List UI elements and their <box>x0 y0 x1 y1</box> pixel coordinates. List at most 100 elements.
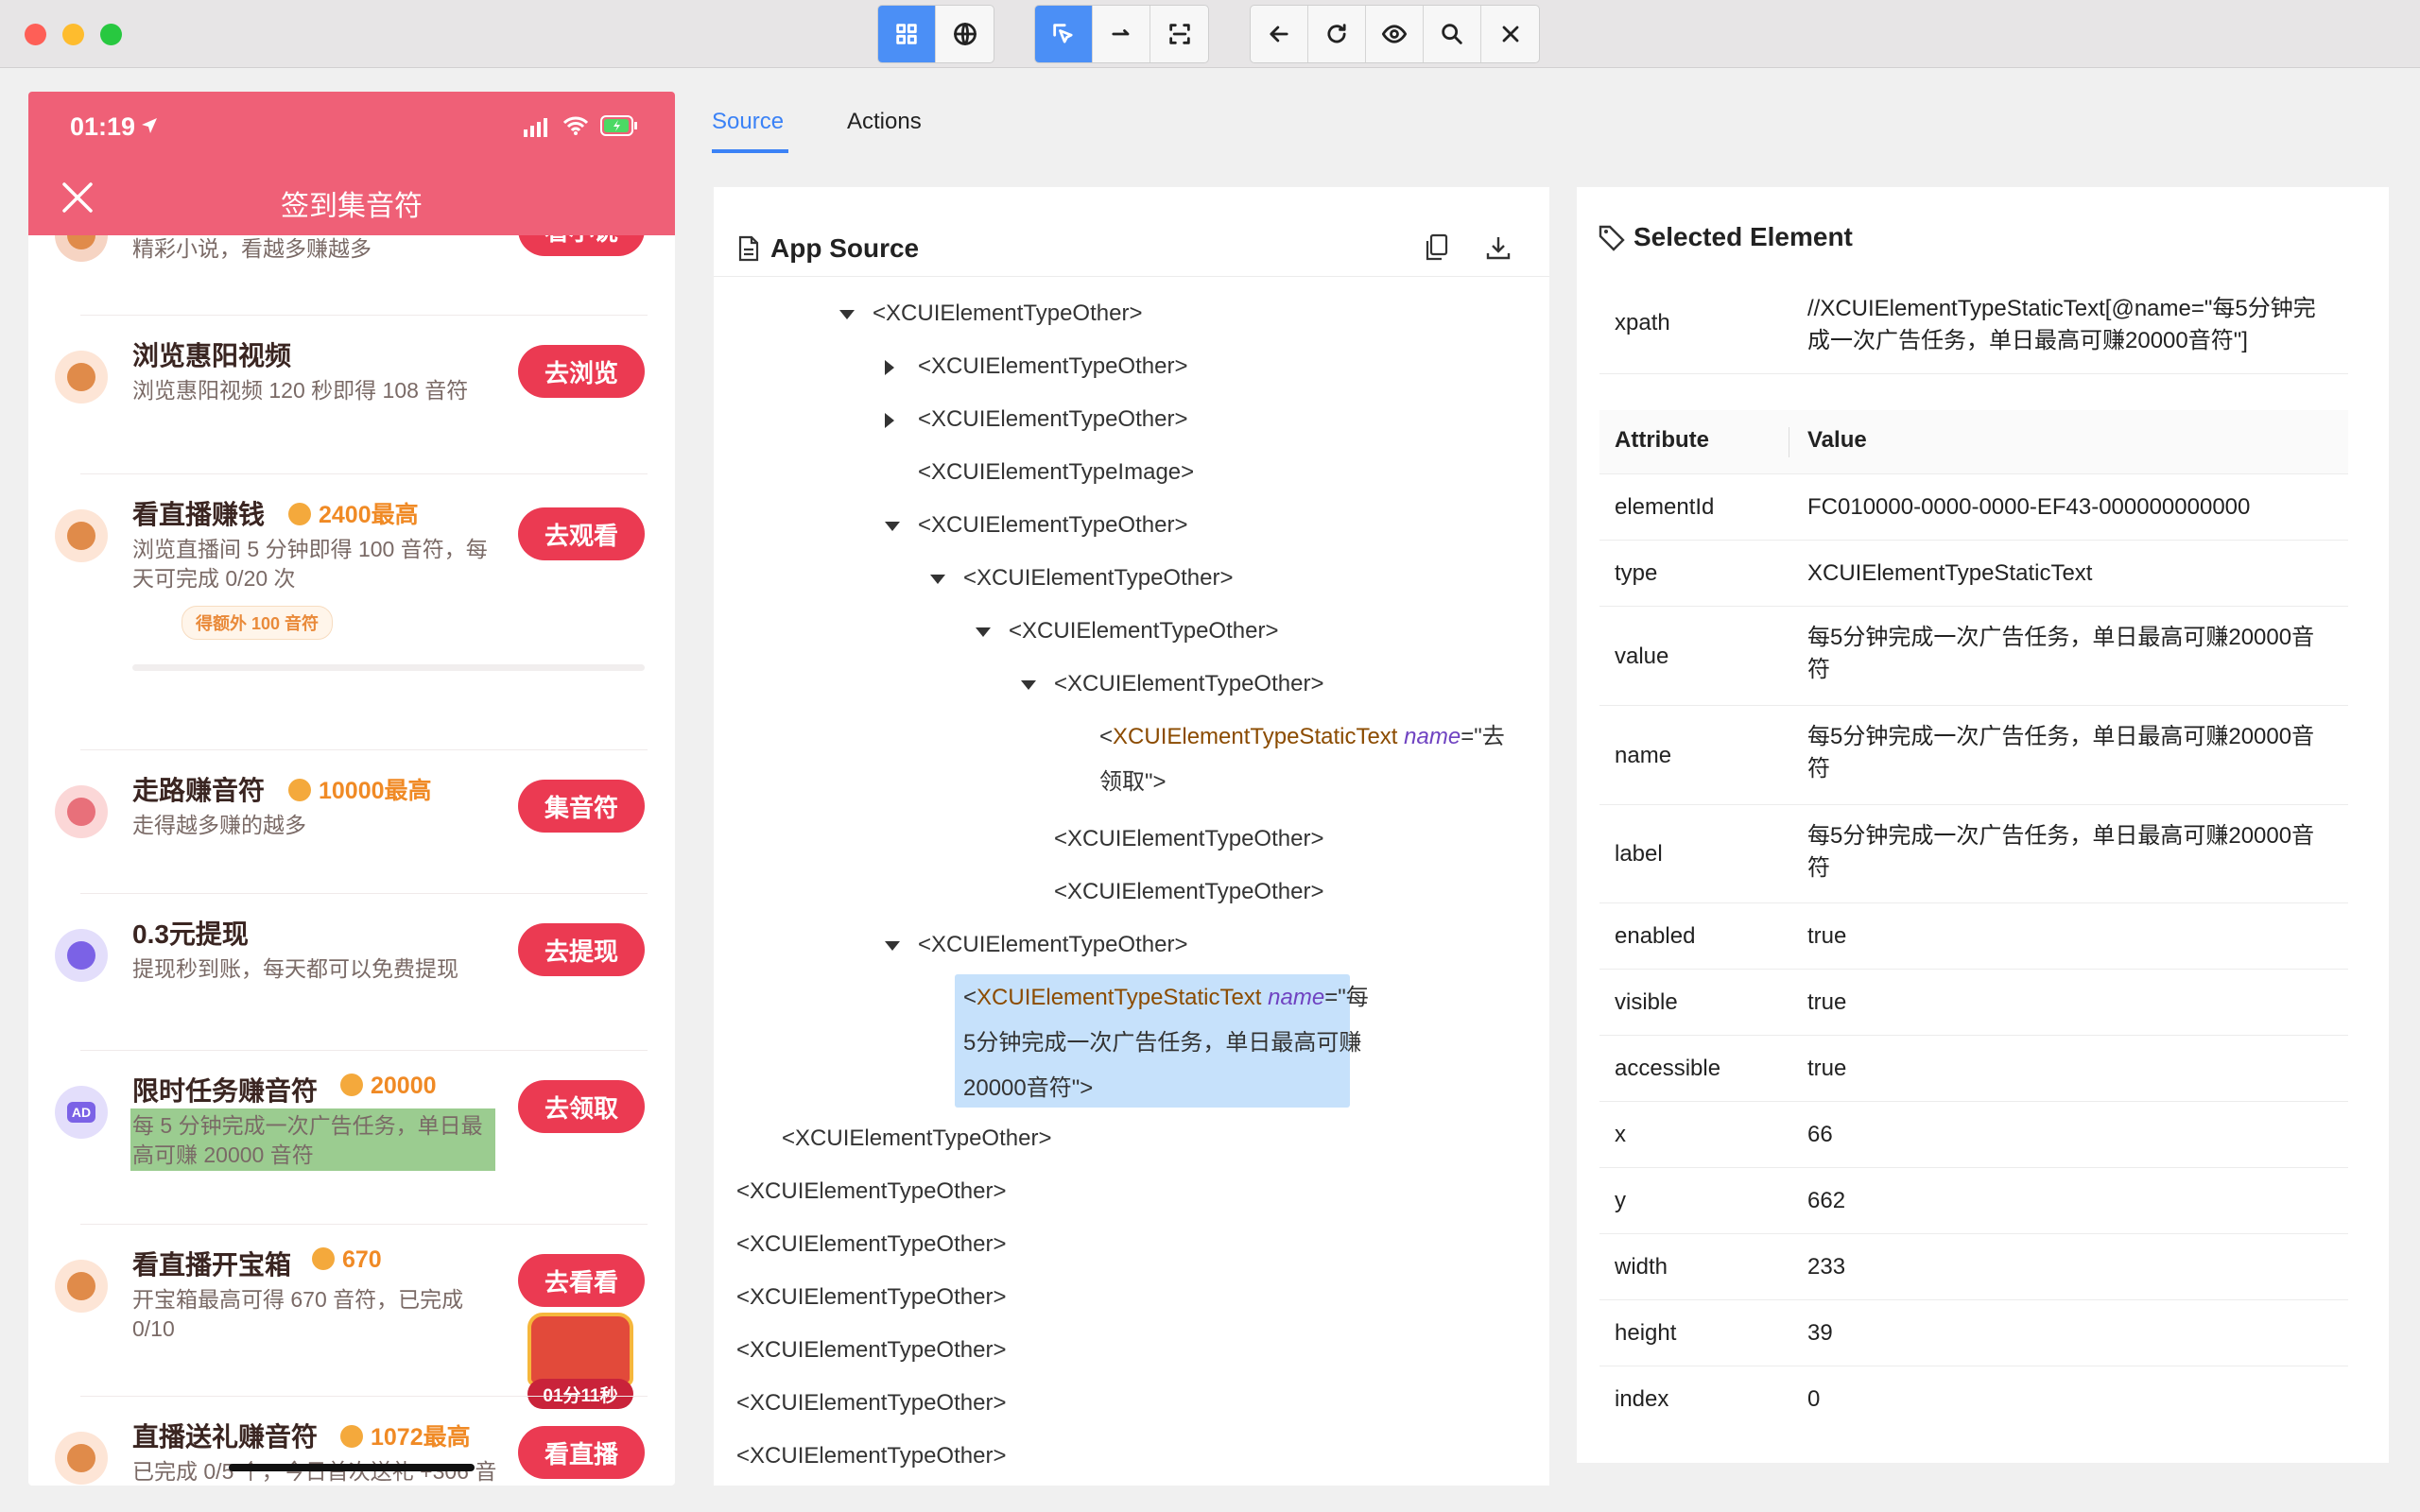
collapse-caret-icon[interactable] <box>885 941 900 951</box>
task-title: 看直播开宝箱 <box>132 1250 292 1280</box>
source-node[interactable]: <XCUIElementTypeOther> <box>736 1381 1006 1426</box>
task-button[interactable]: 去提现 <box>518 923 645 976</box>
source-node[interactable]: <XCUIElementTypeOther> <box>736 1434 1006 1479</box>
collapse-caret-icon[interactable] <box>976 627 991 637</box>
attribute-value[interactable]: FC010000-0000-0000-EF43-000000000000 <box>1807 491 2337 524</box>
refresh-icon[interactable] <box>1308 6 1366 62</box>
node-tag: XCUIElementTypeStaticText <box>1113 724 1398 749</box>
xpath-value[interactable]: //XCUIElementTypeStaticText[@name="每5分钟完… <box>1807 293 2337 357</box>
chest-timer: 01分11秒 <box>527 1379 633 1409</box>
collapse-caret-icon[interactable] <box>930 575 945 584</box>
attribute-value[interactable]: 每5分钟完成一次广告任务，单日最高可赚20000音符 <box>1807 721 2337 785</box>
attribute-value[interactable]: 每5分钟完成一次广告任务，单日最高可赚20000音符 <box>1807 820 2337 885</box>
attribute-name: visible <box>1615 989 1678 1015</box>
copy-xml-icon[interactable] <box>1425 233 1449 262</box>
collapse-caret-icon[interactable] <box>1021 680 1036 690</box>
tab-source[interactable]: Source <box>712 109 784 135</box>
search-icon[interactable] <box>1424 6 1481 62</box>
attribute-value[interactable]: 66 <box>1807 1119 2337 1151</box>
task-button[interactable]: 集音符 <box>518 780 645 833</box>
task-icon <box>55 509 108 562</box>
task-icon <box>55 785 108 838</box>
source-node[interactable]: <XCUIElementTypeOther> <box>1009 609 1278 654</box>
document-icon <box>738 235 759 262</box>
status-time: 01:19 <box>70 112 136 141</box>
phone-header: 01:19 签到集音符 <box>28 92 675 235</box>
select-icon[interactable] <box>1035 6 1093 62</box>
task-button[interactable]: 看直播 <box>518 1426 645 1479</box>
attribute-row: x 66 <box>1599 1102 2348 1168</box>
back-icon[interactable] <box>1251 6 1308 62</box>
expand-caret-icon[interactable] <box>885 360 894 375</box>
task-button[interactable]: 去观看 <box>518 507 645 560</box>
task-button[interactable]: 去领取 <box>518 1080 645 1133</box>
source-node[interactable]: <XCUIElementTypeOther> <box>1054 662 1323 707</box>
source-node[interactable]: <XCUIElementTypeImage> <box>918 450 1194 495</box>
attribute-name: width <box>1615 1254 1668 1280</box>
task-button[interactable]: 去浏览 <box>518 345 645 398</box>
inspector-window: 01:19 签到集音符 看小说赚音符1500精彩小说，看越多赚越多看小说浏览惠阳… <box>0 0 2420 1512</box>
task-title: 走路赚音符 <box>132 776 266 805</box>
source-node[interactable]: <XCUIElementTypeOther> <box>736 1328 1006 1373</box>
zoom-window-button[interactable] <box>100 24 122 45</box>
source-node[interactable]: <XCUIElementTypeOther> <box>963 556 1233 601</box>
xpath-label: xpath <box>1615 310 1670 335</box>
task-reward: 20000 <box>340 1073 437 1100</box>
source-node[interactable]: <XCUIElementTypeOther> <box>918 344 1187 389</box>
attribute-value[interactable]: true <box>1807 987 2337 1019</box>
collapse-caret-icon[interactable] <box>839 310 855 319</box>
source-node[interactable]: <XCUIElementTypeOther> <box>736 1275 1006 1320</box>
collapse-caret-icon[interactable] <box>885 522 900 531</box>
eye-icon[interactable] <box>1366 6 1424 62</box>
attribute-value[interactable]: 662 <box>1807 1185 2337 1217</box>
attribute-row: type XCUIElementTypeStaticText <box>1599 541 2348 607</box>
tab-source-underline <box>712 149 788 153</box>
attribute-name: label <box>1615 841 1663 867</box>
download-xml-icon[interactable] <box>1485 234 1512 261</box>
task-description: 提现秒到账，每天都可以免费提现 <box>132 956 458 981</box>
treasure-chest-icon[interactable] <box>527 1313 633 1386</box>
source-node[interactable]: <XCUIElementTypeOther> <box>736 1169 1006 1214</box>
source-node[interactable]: <XCUIElementTypeOther> <box>1054 816 1323 862</box>
attribute-value[interactable]: 233 <box>1807 1251 2337 1283</box>
minimize-window-button[interactable] <box>62 24 84 45</box>
source-node[interactable]: <XCUIElementTypeOther> <box>918 503 1187 548</box>
source-node[interactable]: <XCUIElementTypeOther> <box>782 1116 1051 1161</box>
task-reward-value: 10000最高 <box>319 778 432 804</box>
close-icon[interactable] <box>1481 6 1539 62</box>
close-window-button[interactable] <box>25 24 46 45</box>
attribute-value[interactable]: true <box>1807 920 2337 953</box>
source-node[interactable]: <XCUIElementTypeStaticText name="每 5分钟完成一… <box>963 975 1369 1111</box>
mode-group <box>877 5 994 63</box>
task-icon <box>55 1432 108 1485</box>
tab-actions[interactable]: Actions <box>847 109 922 135</box>
attribute-column-header: Attribute <box>1615 427 1709 453</box>
attribute-value[interactable]: XCUIElementTypeStaticText <box>1807 558 2337 590</box>
task-reward: 10000最高 <box>288 772 432 806</box>
source-node[interactable]: <XCUIElementTypeOther> <box>736 1222 1006 1267</box>
attribute-row: height 39 <box>1599 1300 2348 1366</box>
bonus-bubble: 得额外 100 音符 <box>182 606 334 640</box>
grid-icon[interactable] <box>878 6 936 62</box>
screenshot-icon[interactable] <box>1150 6 1208 62</box>
attribute-value[interactable]: 每5分钟完成一次广告任务，单日最高可赚20000音符 <box>1807 622 2337 686</box>
attribute-value[interactable]: 0 <box>1807 1383 2337 1416</box>
source-node[interactable]: <XCUIElementTypeOther> <box>918 397 1187 442</box>
globe-icon[interactable] <box>936 6 994 62</box>
task-button[interactable]: 去看看 <box>518 1254 645 1307</box>
task-icon <box>55 929 108 982</box>
source-node[interactable]: <XCUIElementTypeOther> <box>873 291 1142 336</box>
expand-caret-icon[interactable] <box>885 413 894 428</box>
source-node[interactable]: <XCUIElementTypeOther> <box>1054 869 1323 915</box>
task-description: 每 5 分钟完成一次广告任务，单日最高可赚 20000 音符 <box>132 1113 483 1167</box>
task-reward-value: 2400最高 <box>319 502 419 528</box>
device-screenshot[interactable]: 01:19 签到集音符 看小说赚音符1500精彩小说，看越多赚越多看小说浏览惠阳… <box>28 92 675 1486</box>
source-node[interactable]: <XCUIElementTypeOther> <box>918 922 1187 968</box>
xpath-row: xpath //XCUIElementTypeStaticText[@name=… <box>1599 280 2348 374</box>
task-reward-value: 1072最高 <box>371 1424 471 1451</box>
source-node[interactable]: <XCUIElementTypeStaticText name="去 领取"> <box>1099 714 1505 805</box>
attribute-value[interactable]: 39 <box>1807 1317 2337 1349</box>
swipe-icon[interactable] <box>1093 6 1150 62</box>
attribute-value[interactable]: true <box>1807 1053 2337 1085</box>
attribute-row: value 每5分钟完成一次广告任务，单日最高可赚20000音符 <box>1599 607 2348 706</box>
